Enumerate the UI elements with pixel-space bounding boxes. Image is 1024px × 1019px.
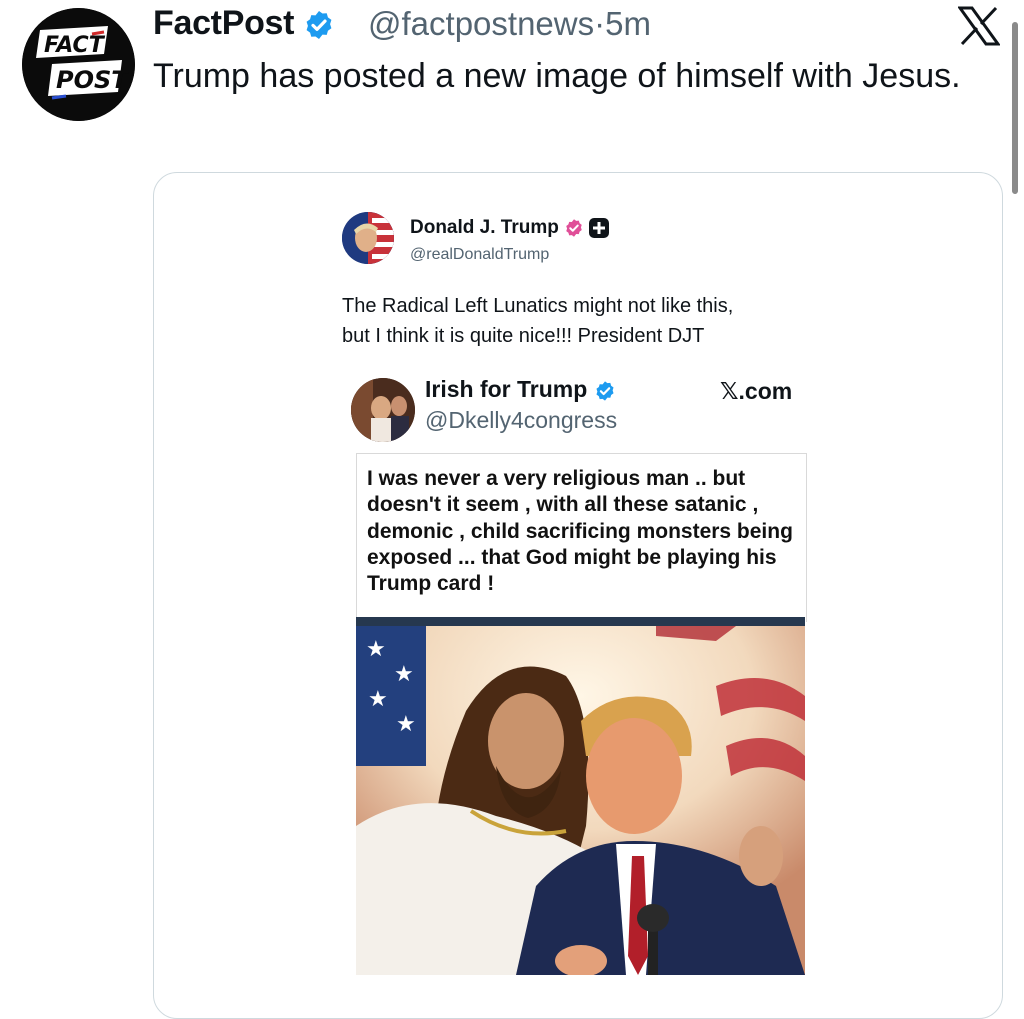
irish-for-trump-handle[interactable]: @Dkelly4congress	[425, 407, 617, 434]
trump-name[interactable]: Donald J. Trump	[410, 217, 610, 239]
tweet-text: Trump has posted a new image of himself …	[153, 57, 961, 95]
author-handle[interactable]: @factpostnews	[368, 5, 594, 42]
trump-handle[interactable]: @realDonaldTrump	[410, 246, 549, 264]
scrollbar[interactable]	[1012, 22, 1018, 194]
image-of-trump-with-jesus[interactable]: ★ ★ ★ ★	[356, 626, 805, 975]
irish-for-trump-name-text: Irish for Trump	[425, 376, 588, 402]
verified-badge-icon	[566, 219, 582, 237]
irish-for-trump-avatar[interactable]	[351, 378, 415, 442]
logo-text-bottom: POST	[56, 66, 129, 94]
irish-for-trump-name[interactable]: Irish for Trump	[425, 376, 616, 403]
image-top-bar	[356, 617, 805, 626]
quoted-caption: I was never a very religious man .. but …	[367, 467, 793, 595]
svg-text:★: ★	[366, 637, 386, 662]
trump-name-text: Donald J. Trump	[410, 217, 559, 238]
svg-text:★: ★	[368, 687, 388, 712]
logo-text-top: FACT	[44, 33, 106, 58]
author-meta: @factpostnews·5m	[368, 5, 651, 43]
trump-post-line-2: but I think it is quite nice!!! Presiden…	[342, 325, 705, 347]
svg-text:★: ★	[394, 662, 414, 687]
trump-avatar-image	[342, 212, 394, 264]
trump-post-text: The Radical Left Lunatics might not like…	[342, 291, 812, 351]
author-name[interactable]: FactPost	[153, 4, 335, 43]
irish-for-trump-avatar-image	[351, 378, 415, 442]
post-time[interactable]: 5m	[605, 5, 651, 42]
factpost-avatar[interactable]: FACT POST	[22, 8, 135, 121]
x-com-source[interactable]: 𝕏.com	[720, 378, 792, 405]
svg-text:★: ★	[396, 712, 416, 737]
verified-badge-icon	[596, 381, 614, 401]
truth-social-plus-icon	[589, 217, 610, 238]
trump-post-line-1: The Radical Left Lunatics might not like…	[342, 295, 734, 317]
author-name-text: FactPost	[153, 4, 295, 42]
x-logo-icon[interactable]	[958, 6, 1000, 46]
meta-separator: ·	[594, 5, 606, 42]
verified-badge-icon	[306, 11, 332, 40]
trump-jesus-illustration: ★ ★ ★ ★	[356, 626, 805, 975]
trump-avatar[interactable]	[342, 212, 394, 264]
factpost-logo: FACT POST	[22, 8, 135, 121]
